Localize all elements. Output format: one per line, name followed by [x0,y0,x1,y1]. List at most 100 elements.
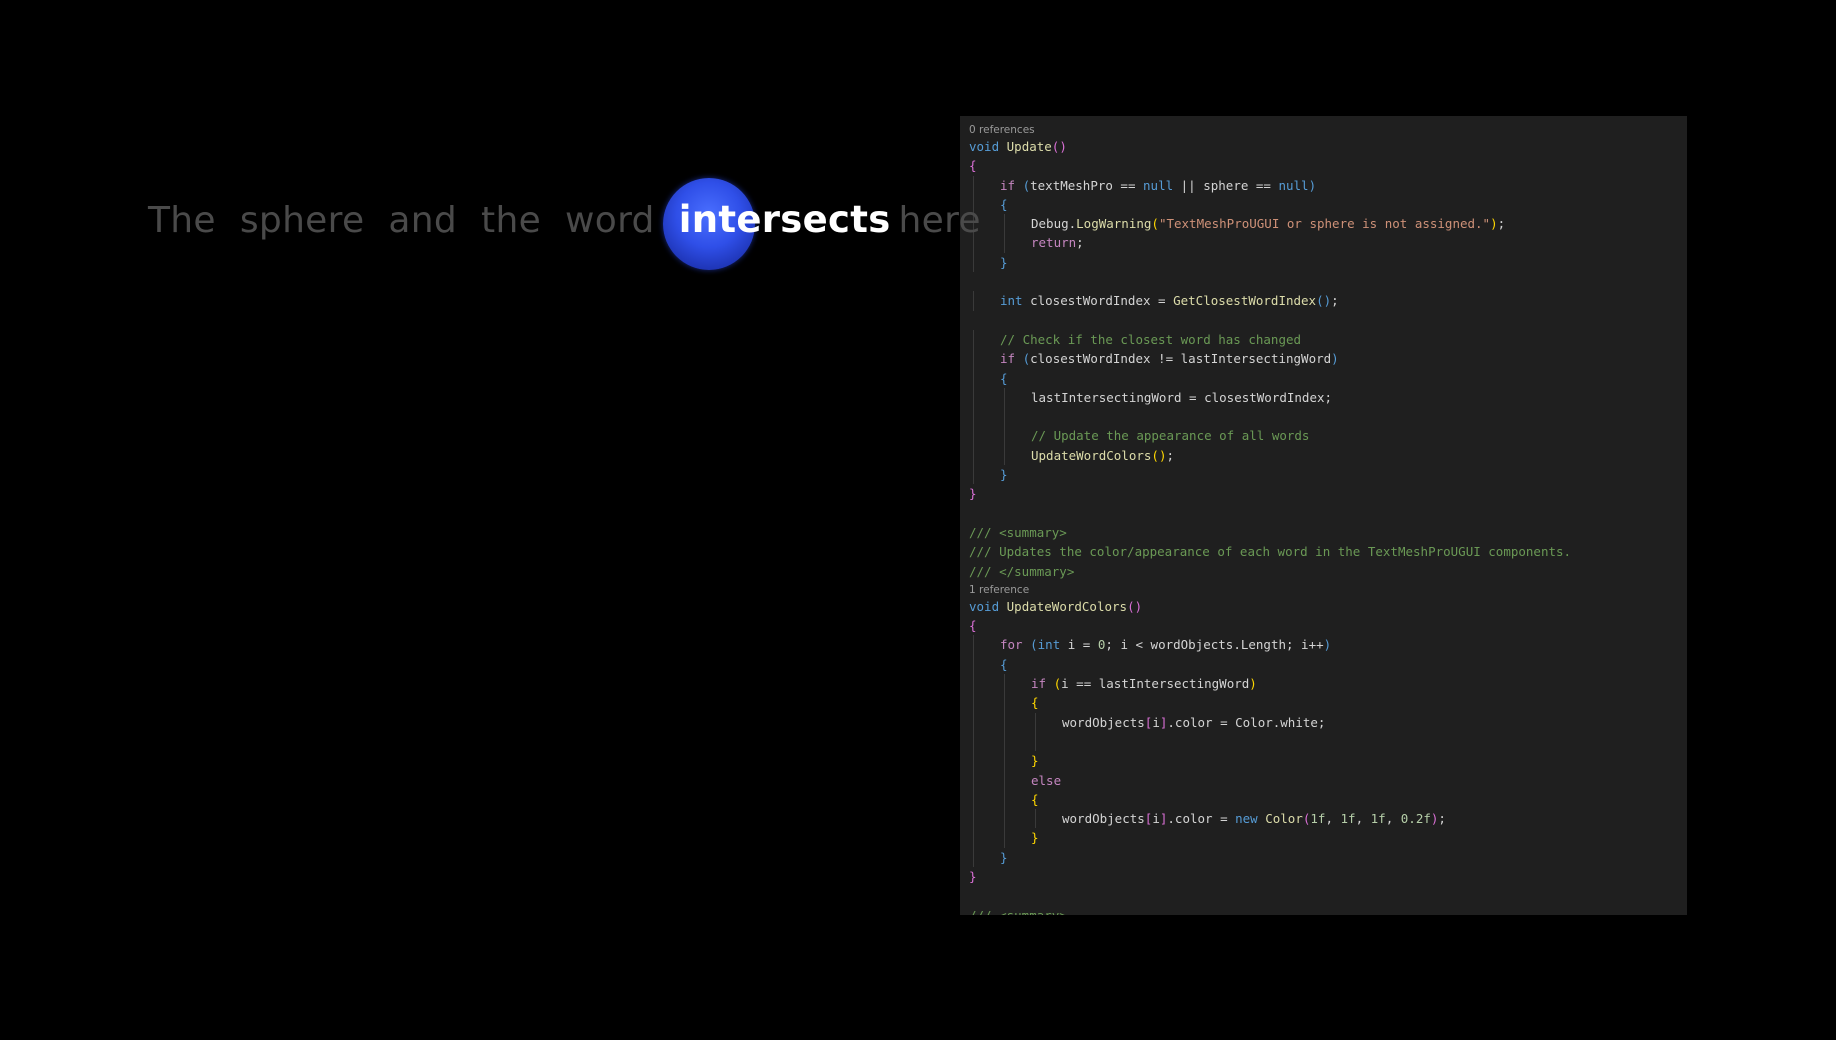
code-token: () [1051,139,1067,154]
indent-guide [973,809,974,829]
code-token: if [1000,177,1016,193]
code-token: "TextMeshProUGUI or sphere is not assign… [1158,216,1491,232]
indent-guide [973,712,974,732]
indent-guide [973,635,974,655]
code-token: Debug. [1031,216,1077,232]
indent-guide [973,349,974,369]
code-line: { [969,789,1687,810]
code-line: /// <summary> [969,906,1687,915]
code-text: for (int i = 0; i < wordObjects.Length; … [969,637,1331,652]
code-token: { [969,618,977,634]
code-text: wordObjects[i].color = new Color(1f, 1f,… [969,811,1446,826]
code-line: int closestWordIndex = GetClosestWordInd… [969,291,1687,311]
code-token: LogWarning [1076,216,1152,232]
word: word [565,200,655,241]
code-token: .color = [1167,811,1236,827]
indent-guide [1004,387,1005,408]
code-lens-references: 0 references [969,124,1035,136]
code-token: // Check if the closest word has changed [1000,331,1302,347]
code-token: null [1143,177,1174,193]
code-line: wordObjects[i].color = Color.white; [969,712,1687,732]
code-token: , [1385,811,1401,827]
code-line: { [969,654,1687,675]
code-token: { [1031,791,1039,807]
code-text: } [969,850,1008,865]
code-token: closestWordIndex != lastIntersectingWord [1030,351,1332,367]
word: here [898,200,981,241]
indent-guide [1004,693,1005,713]
code-token: new [1235,811,1258,827]
code-text: /// <summary> [969,525,1067,540]
code-token: int [1000,293,1023,309]
code-token: { [1031,695,1039,711]
code-token: () [1151,447,1167,463]
code-token: i == lastIntersectingWord [1061,676,1250,692]
word: sphere [239,200,365,241]
code-token: { [1000,656,1008,672]
indent-guide [1004,233,1005,253]
indent-guide [1035,731,1036,752]
code-line [969,731,1687,752]
code-line: // Check if the closest word has changed [969,329,1687,350]
code-token: } [1031,830,1039,846]
code-lens-references: 1 reference [969,583,1030,596]
code-token: closestWordIndex = [1022,293,1174,309]
code-token: ( [1022,177,1031,193]
code-token: if [1000,351,1016,367]
code-token: else [1031,772,1062,788]
code-token: , [1355,811,1371,827]
code-token: { [1000,370,1008,386]
code-text: if (closestWordIndex != lastIntersecting… [969,351,1339,366]
code-text: // Check if the closest word has changed [969,332,1301,347]
word-sphere-demo: The sphere and the word intersects here [0,0,981,400]
indent-guide [973,789,974,810]
code-token: } [1031,753,1039,769]
code-line: if (closestWordIndex != lastIntersecting… [969,349,1687,369]
code-line: { [969,368,1687,388]
code-text: { [969,618,977,633]
code-token: , [1325,811,1341,827]
indent-guide [973,329,974,350]
indent-guide [973,445,974,466]
code-token: // Update the appearance of all words [1031,428,1310,444]
code-line: void UpdateWordColors() [969,597,1687,616]
code-token: 1f [1370,811,1386,827]
code-text: if (i == lastIntersectingWord) [969,676,1257,691]
code-text: // Update the appearance of all words [969,428,1309,443]
indent-guide [973,252,974,273]
indent-guide [973,751,974,771]
code-line: if (textMeshPro == null || sphere == nul… [969,175,1687,195]
code-token: } [969,868,977,884]
code-token: ) [1490,216,1498,232]
code-token: lastIntersectingWord = closestWordIndex; [1031,389,1333,405]
code-token: 1f [1310,811,1326,827]
code-line [969,407,1687,427]
code-token: textMeshPro == [1030,177,1144,193]
code-line: void Update() [969,137,1687,156]
code-text: } [969,255,1008,270]
indent-guide [973,368,974,388]
indent-guide [1004,809,1005,829]
indent-guide [1004,445,1005,466]
word-row: The sphere and the word intersects here [148,198,1005,254]
code-line: UpdateWordColors(); [969,445,1687,466]
code-text: UpdateWordColors(); [969,448,1174,463]
indent-guide [973,465,974,485]
code-token: ( [1053,676,1062,692]
indent-guide [1004,828,1005,848]
code-token: UpdateWordColors [1006,598,1128,614]
code-line: } [969,484,1687,503]
code-token: /// <summary> [969,908,1067,915]
indent-guide [973,847,974,867]
indent-guide [1004,426,1005,446]
code-line: if (i == lastIntersectingWord) [969,674,1687,694]
code-editor[interactable]: 0 references void Update(){if (textMeshPr… [960,116,1687,915]
code-token: wordObjects [1062,714,1145,730]
code-token: ; [1076,235,1084,251]
indent-guide [973,693,974,713]
